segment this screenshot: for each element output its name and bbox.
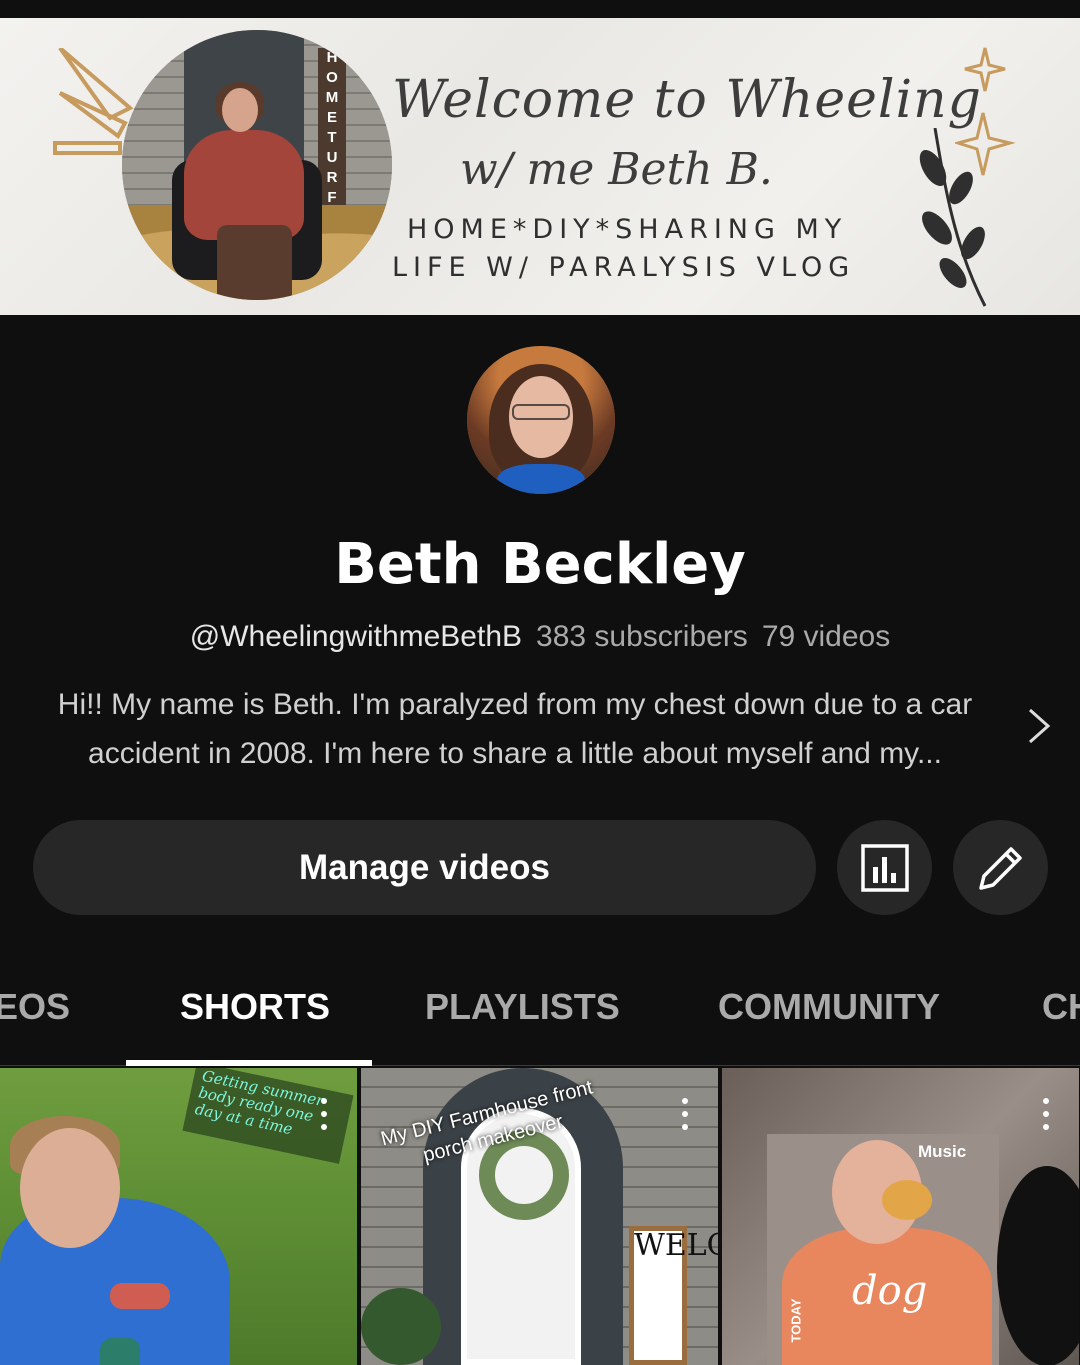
tab-shorts[interactable]: SHORTS [180,986,330,1028]
status-bar [0,0,1080,18]
more-options-icon[interactable] [1042,1098,1050,1130]
short-thumbnail[interactable]: WELC My DIY Farmhouse front porch makeov… [361,1068,718,1365]
shirt-text: dog [852,1268,928,1314]
short-thumbnail[interactable]: Music TODAY dog [722,1068,1079,1365]
subscriber-count: 383 subscribers [536,620,748,653]
home-turf-sign: HO ME TU RF [318,48,346,223]
chevron-right-icon[interactable] [1022,706,1054,746]
pencil-icon [978,846,1022,890]
video-count: 79 videos [761,620,891,653]
leaf-branch-icon [919,128,987,307]
banner-tagline-2: LIFE W/ PARALYSIS VLOG [392,252,856,283]
channel-description[interactable]: Hi!! My name is Beth. I'm paralyzed from… [30,680,1000,778]
banner-tagline-1: HOME*DIY*SHARING MY [407,214,848,245]
channel-tabs: EOS SHORTS PLAYLISTS COMMUNITY CH [0,960,1080,1066]
manage-videos-button[interactable]: Manage videos [33,820,816,915]
banner-subtitle: w/ me Beth B. [460,144,773,195]
tab-playlists[interactable]: PLAYLISTS [425,986,620,1028]
more-options-icon[interactable] [320,1098,328,1130]
channel-meta: @WheelingwithmeBethB 383 subscribers 79 vi… [0,620,1080,654]
channel-avatar[interactable] [467,346,615,494]
analytics-icon [860,843,909,892]
tab-videos[interactable]: EOS [0,986,70,1028]
active-tab-indicator [126,1060,372,1066]
channel-banner: HO ME TU RF Welcome to Wheeling w/ me Be… [0,18,1080,315]
tab-community[interactable]: COMMUNITY [718,986,940,1028]
channel-name: Beth Beckley [334,532,746,597]
more-options-icon[interactable] [681,1098,689,1130]
tab-channels[interactable]: CH [1042,986,1080,1028]
short-thumbnail[interactable]: Getting summer body ready one day at a t… [0,1068,357,1365]
edit-channel-button[interactable] [953,820,1048,915]
welcome-sign: WELC [629,1226,718,1365]
music-label: Music [918,1142,967,1161]
analytics-button[interactable] [837,820,932,915]
today-label: TODAY [788,1298,804,1343]
banner-title: Welcome to Wheeling [392,70,982,130]
banner-photo: HO ME TU RF [122,30,392,300]
channel-handle: @WheelingwithmeBethB [189,620,523,653]
